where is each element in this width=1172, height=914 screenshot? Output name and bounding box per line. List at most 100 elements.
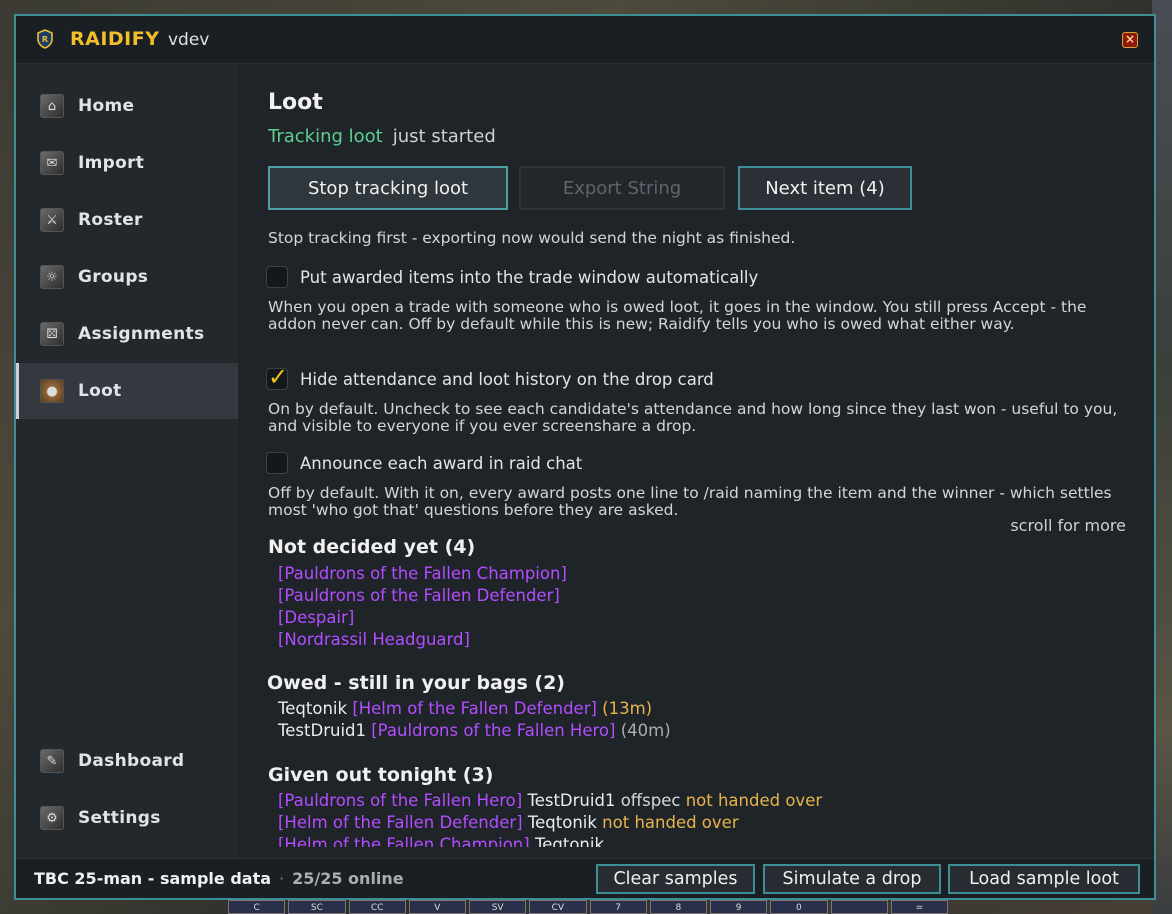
list-item[interactable]: TestDruid1 [Pauldrons of the Fallen Hero… — [278, 721, 671, 740]
tracking-label: Tracking loot — [268, 126, 383, 147]
option-label: Put awarded items into the trade window … — [300, 267, 759, 287]
action-slot[interactable]: SC — [288, 900, 346, 914]
action-slot[interactable] — [830, 900, 888, 914]
tracking-state: just started — [392, 126, 496, 147]
loot-panel[interactable]: Loot Tracking loot just started Stop trac… — [238, 64, 1154, 860]
action-slot[interactable]: SV — [469, 900, 527, 914]
owed-heading: Owed - still in your bags (2) — [267, 672, 565, 694]
player-name: Teqtonik — [534, 835, 605, 847]
action-slot[interactable]: C — [228, 900, 286, 914]
handover-status: not handed over — [602, 813, 739, 832]
item-link[interactable]: [Nordrassil Headguard] — [278, 630, 470, 649]
item-link[interactable]: [Despair] — [278, 608, 354, 627]
option-label: Announce each award in raid chat — [300, 453, 583, 473]
sidebar-item-dashboard[interactable]: ✎ Dashboard — [16, 733, 238, 789]
sidebar-item-label: Assignments — [78, 324, 205, 344]
svg-text:R: R — [42, 35, 48, 44]
list-item[interactable]: [Despair] — [278, 608, 354, 627]
option-announce-award[interactable]: Announce each award in raid chat — [266, 452, 582, 474]
sidebar-item-home[interactable]: ⌂ Home — [16, 78, 238, 134]
checkbox[interactable] — [266, 266, 288, 288]
option-hide-attendance[interactable]: ✓ Hide attendance and loot history on th… — [266, 363, 714, 391]
player-name: Teqtonik — [527, 813, 597, 832]
player-name: TestDruid1 — [527, 791, 616, 810]
import-icon: ✉ — [40, 151, 64, 175]
checkbox[interactable]: ✓ — [266, 363, 288, 391]
groups-icon: ☼ — [40, 265, 64, 289]
loot-bag-icon: ● — [40, 379, 64, 403]
action-slot[interactable]: 7 — [589, 900, 647, 914]
list-item[interactable]: [Pauldrons of the Fallen Hero] TestDruid… — [278, 791, 822, 810]
option-trade-window[interactable]: Put awarded items into the trade window … — [266, 266, 758, 288]
sidebar-item-assignments[interactable]: ⚄ Assignments — [16, 306, 238, 362]
sidebar-item-label: Dashboard — [78, 751, 185, 771]
action-slot[interactable]: CC — [348, 900, 406, 914]
next-item-button[interactable]: Next item (4) — [738, 166, 912, 210]
scroll-hint: scroll for more — [1010, 516, 1126, 535]
sidebar-item-roster[interactable]: ⚔ Roster — [16, 192, 238, 248]
elapsed-time: (40m) — [620, 721, 671, 740]
sidebar-item-label: Roster — [78, 210, 143, 230]
option-description: When you open a trade with someone who i… — [268, 298, 1087, 333]
not-decided-heading: Not decided yet (4) — [268, 536, 476, 558]
sidebar-item-groups[interactable]: ☼ Groups — [16, 249, 238, 305]
player-name: Teqtonik — [278, 699, 348, 718]
page-title: Loot — [268, 90, 323, 115]
list-item[interactable]: [Helm of the Fallen Champion] Teqtonik — [278, 835, 604, 847]
item-link[interactable]: [Pauldrons of the Fallen Champion] — [278, 564, 567, 583]
option-description: On by default. Uncheck to see each candi… — [268, 400, 1118, 435]
simulate-drop-button[interactable]: Simulate a drop — [763, 864, 941, 894]
action-slot[interactable]: V — [408, 900, 466, 914]
raid-status: TBC 25-man - sample data · 25/25 online — [34, 869, 404, 888]
settings-icon: ⚙ — [40, 806, 64, 830]
item-link[interactable]: [Helm of the Fallen Defender] — [278, 813, 523, 832]
assignments-icon: ⚄ — [40, 322, 64, 346]
checkbox[interactable] — [266, 452, 288, 474]
sidebar-item-label: Loot — [78, 381, 122, 401]
sidebar-item-loot[interactable]: ● Loot — [16, 363, 238, 419]
stop-tracking-button[interactable]: Stop tracking loot — [268, 166, 508, 210]
handover-status: not handed over — [685, 791, 823, 810]
action-slot[interactable]: = — [890, 900, 948, 914]
action-slot[interactable]: CV — [529, 900, 587, 914]
sidebar-item-label: Groups — [78, 267, 149, 287]
online-count: 25/25 online — [292, 869, 404, 888]
item-link[interactable]: [Helm of the Fallen Defender] — [352, 699, 597, 718]
item-link[interactable]: [Pauldrons of the Fallen Defender] — [278, 586, 560, 605]
close-icon: × — [1124, 32, 1136, 46]
option-description: Off by default. With it on, every award … — [268, 484, 1112, 519]
list-item[interactable]: Teqtonik [Helm of the Fallen Defender] (… — [278, 699, 652, 718]
list-item[interactable]: [Helm of the Fallen Defender] Teqtonik n… — [278, 813, 739, 832]
raid-name: TBC 25-man - sample data — [34, 869, 272, 888]
game-action-bar: C SC CC V SV CV 7 8 9 0 = — [228, 900, 948, 914]
app-version: vdev — [168, 30, 210, 50]
item-link[interactable]: [Helm of the Fallen Champion] — [278, 835, 530, 847]
load-sample-loot-button[interactable]: Load sample loot — [948, 864, 1140, 894]
separator: · — [279, 869, 285, 888]
export-string-button[interactable]: Export String — [519, 166, 725, 210]
list-item[interactable]: [Pauldrons of the Fallen Defender] — [278, 586, 560, 605]
app-name: RAIDIFY — [70, 28, 160, 50]
close-button[interactable]: × — [1122, 32, 1138, 48]
sidebar-item-label: Home — [78, 96, 135, 116]
status-bar: TBC 25-man - sample data · 25/25 online Cl… — [16, 858, 1154, 898]
given-heading: Given out tonight (3) — [268, 764, 494, 786]
item-link[interactable]: [Pauldrons of the Fallen Hero] — [278, 791, 522, 810]
checkmark-icon: ✓ — [268, 363, 289, 391]
list-item[interactable]: [Nordrassil Headguard] — [278, 630, 470, 649]
spec-label: offspec — [620, 791, 681, 810]
item-link[interactable]: [Pauldrons of the Fallen Hero] — [371, 721, 615, 740]
dashboard-icon: ✎ — [40, 749, 64, 773]
sidebar-item-settings[interactable]: ⚙ Settings — [16, 790, 238, 846]
option-label: Hide attendance and loot history on the … — [300, 369, 714, 389]
sidebar: ⌂ Home ✉ Import ⚔ Roster ☼ Groups ⚄ Assi… — [16, 64, 238, 860]
sidebar-item-label: Settings — [78, 808, 161, 828]
clear-samples-button[interactable]: Clear samples — [596, 864, 755, 894]
title-bar[interactable]: R RAIDIFY vdev × — [16, 16, 1154, 64]
list-item[interactable]: [Pauldrons of the Fallen Champion] — [278, 564, 567, 583]
action-slot[interactable]: 9 — [710, 900, 768, 914]
action-slot[interactable]: 0 — [770, 900, 828, 914]
sidebar-item-import[interactable]: ✉ Import — [16, 135, 238, 191]
action-slot[interactable]: 8 — [649, 900, 707, 914]
export-hint: Stop tracking first - exporting now woul… — [268, 229, 796, 247]
